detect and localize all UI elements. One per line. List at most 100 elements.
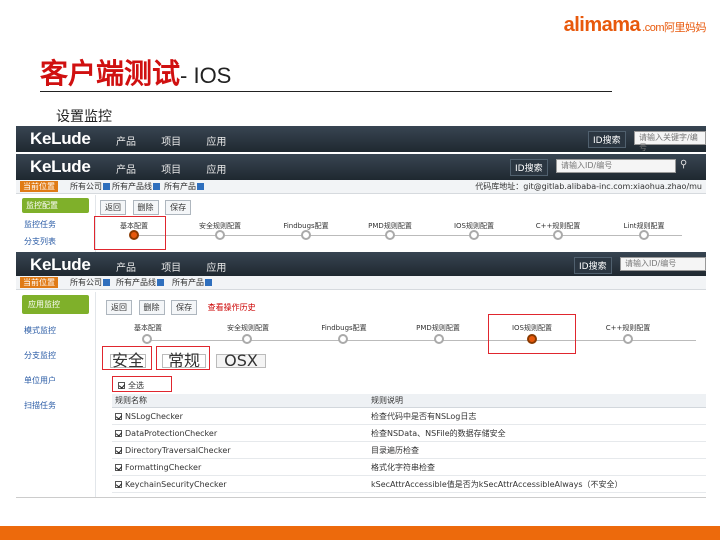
save-button[interactable]: 保存 [171,300,198,315]
sidebar-item-app-monitor[interactable]: 应用监控 [22,295,89,314]
save-button[interactable]: 保存 [165,200,192,215]
step-findbugs[interactable]: Findbugs配置 [312,323,376,333]
dropdown-arrow-icon [153,183,160,190]
crumb-company[interactable]: 所有公司 [70,181,110,192]
table-row[interactable]: KeychainSecurityChecker kSecAttrAccessib… [112,475,706,493]
crumb-product-line[interactable]: 所有产品线 [116,277,164,288]
slide-title-suffix: - IOS [180,63,232,88]
step-dot[interactable] [301,230,311,240]
toolbar-3: 返回 删除 保存 查看操作历史 [106,300,256,315]
step-security[interactable]: 安全规则配置 [216,323,280,333]
nav-product[interactable]: 产品 [116,137,136,148]
search-type-select-3[interactable]: ID搜索 [574,257,612,274]
screenshot-top-bar: KeLude 产品 项目 应用 ID搜索 请输入关键字/编号 [16,126,706,156]
repo-address: 代码库地址：git@gitlab.alibaba-inc.com:xiaohua… [475,182,702,191]
sidebar-item-branch-list[interactable]: 分支列表 [16,233,95,250]
search-input[interactable]: 请输入关键字/编号 [634,131,706,152]
nav-app[interactable]: 应用 [206,137,226,148]
kelude-logo: KeLude [30,129,91,148]
current-location-label: 当前位置 [20,277,58,288]
highlight-box-basic-config [94,216,166,250]
step-dot[interactable] [142,334,152,344]
current-location-label: 当前位置 [20,181,58,192]
crumb-company[interactable]: 所有公司 [70,277,110,288]
step-dot[interactable] [553,230,563,240]
back-button[interactable]: 返回 [106,300,132,315]
top-nav: 产品 项目 应用 [116,133,248,148]
nav-app[interactable]: 应用 [206,165,226,176]
nav-product[interactable]: 产品 [116,165,136,176]
sidebar-item-monitor-config[interactable]: 监控配置 [22,198,89,213]
back-button[interactable]: 返回 [100,200,126,215]
search-input-3[interactable]: 请输入ID/编号 [620,257,706,271]
sidebar-item-branch-monitor[interactable]: 分支监控 [16,347,95,364]
dropdown-arrow-icon [205,279,212,286]
search-type-select-2[interactable]: ID搜索 [510,159,548,176]
step-dot[interactable] [434,334,444,344]
kelude-topbar-3: KeLude 产品 项目 应用 ID搜索 请输入ID/编号 [16,252,706,276]
checkbox-checked-icon[interactable] [115,446,122,454]
step-dot[interactable] [385,230,395,240]
table-row[interactable]: DirectoryTraversalChecker 目录遍历检查 [112,441,706,459]
kelude-logo-3: KeLude [30,255,91,274]
search-input-2[interactable]: 请输入ID/编号 [556,159,676,173]
slide-title: 客户端测试- IOS [40,57,232,90]
step-dot[interactable] [639,230,649,240]
crumb-product[interactable]: 所有产品 [164,181,204,192]
column-header-rule-name: 规则名称 [112,394,368,408]
nav-project[interactable]: 项目 [161,165,181,176]
breadcrumb-bar: 当前位置 所有公司 所有产品线 所有产品 代码库地址：git@gitlab.al… [16,180,706,194]
search-type-select[interactable]: ID搜索 [588,131,626,148]
nav-project[interactable]: 项目 [161,263,181,274]
top-nav-2: 产品 项目 应用 [116,161,248,176]
slide-subtitle: 设置监控 [56,109,112,125]
nav-project[interactable]: 项目 [161,137,181,148]
dropdown-arrow-icon [197,183,204,190]
step-dot[interactable] [242,334,252,344]
kelude-logo-2: KeLude [30,157,91,176]
tab-osx[interactable]: OSX [216,353,266,369]
dropdown-arrow-icon [103,279,110,286]
slide: alimama .com阿里妈妈 客户端测试- IOS 设置监控 KeLude 产… [0,0,720,540]
checkbox-checked-icon[interactable] [115,429,122,437]
highlight-box-ios-config [488,314,576,354]
highlight-box-tab-general [156,346,210,370]
step-cpp[interactable]: C++规则配置 [596,323,660,333]
breadcrumb-bar-3: 当前位置 所有公司 所有产品线 所有产品 [16,276,706,290]
table-header-row: 规则名称 规则说明 [112,394,706,408]
step-pmd[interactable]: PMD规则配置 [406,323,470,333]
checkbox-checked-icon[interactable] [115,412,122,420]
table-row[interactable]: NSLogChecker 检查代码中是否有NSLog日志 [112,407,706,425]
crumb-product[interactable]: 所有产品 [172,277,212,288]
table-row[interactable]: DataProtectionChecker 检查NSData、NSFile的数据… [112,424,706,442]
nav-product[interactable]: 产品 [116,263,136,274]
step-dot[interactable] [623,334,633,344]
checkbox-checked-icon[interactable] [115,463,122,471]
table-row[interactable]: FormattingChecker 格式化字符串检查 [112,458,706,476]
sidebar-item-users[interactable]: 单位用户 [16,372,95,389]
rules-table: 规则名称 规则说明 NSLogChecker 检查代码中是否有NSLog日志 D… [112,394,706,493]
bottom-accent-bar [0,526,720,540]
step-dot[interactable] [338,334,348,344]
dropdown-arrow-icon [157,279,164,286]
step-dot[interactable] [215,230,225,240]
step-line [146,340,696,341]
top-nav-3: 产品 项目 应用 [116,259,248,274]
checkbox-checked-icon[interactable] [115,480,122,488]
sidebar-item-mode-monitor[interactable]: 模式监控 [16,322,95,339]
step-basic[interactable]: 基本配置 [120,323,176,333]
delete-button[interactable]: 删除 [132,200,159,215]
step-dot[interactable] [469,230,479,240]
dropdown-arrow-icon [103,183,110,190]
delete-button[interactable]: 删除 [138,300,165,315]
sidebar-item-scan-tasks[interactable]: 扫描任务 [16,397,95,414]
alimama-logo: alimama .com阿里妈妈 [563,14,707,36]
sidebar-2: 监控配置 监控任务 分支列表 [16,195,96,252]
search-icon[interactable]: ⚲ [680,159,687,170]
nav-app[interactable]: 应用 [206,263,226,274]
history-link[interactable]: 查看操作历史 [208,303,256,312]
title-underline [40,91,612,92]
crumb-product-line[interactable]: 所有产品线 [112,181,160,192]
highlight-box-tab-security [102,346,152,370]
sidebar-item-monitor-task[interactable]: 监控任务 [16,216,95,233]
